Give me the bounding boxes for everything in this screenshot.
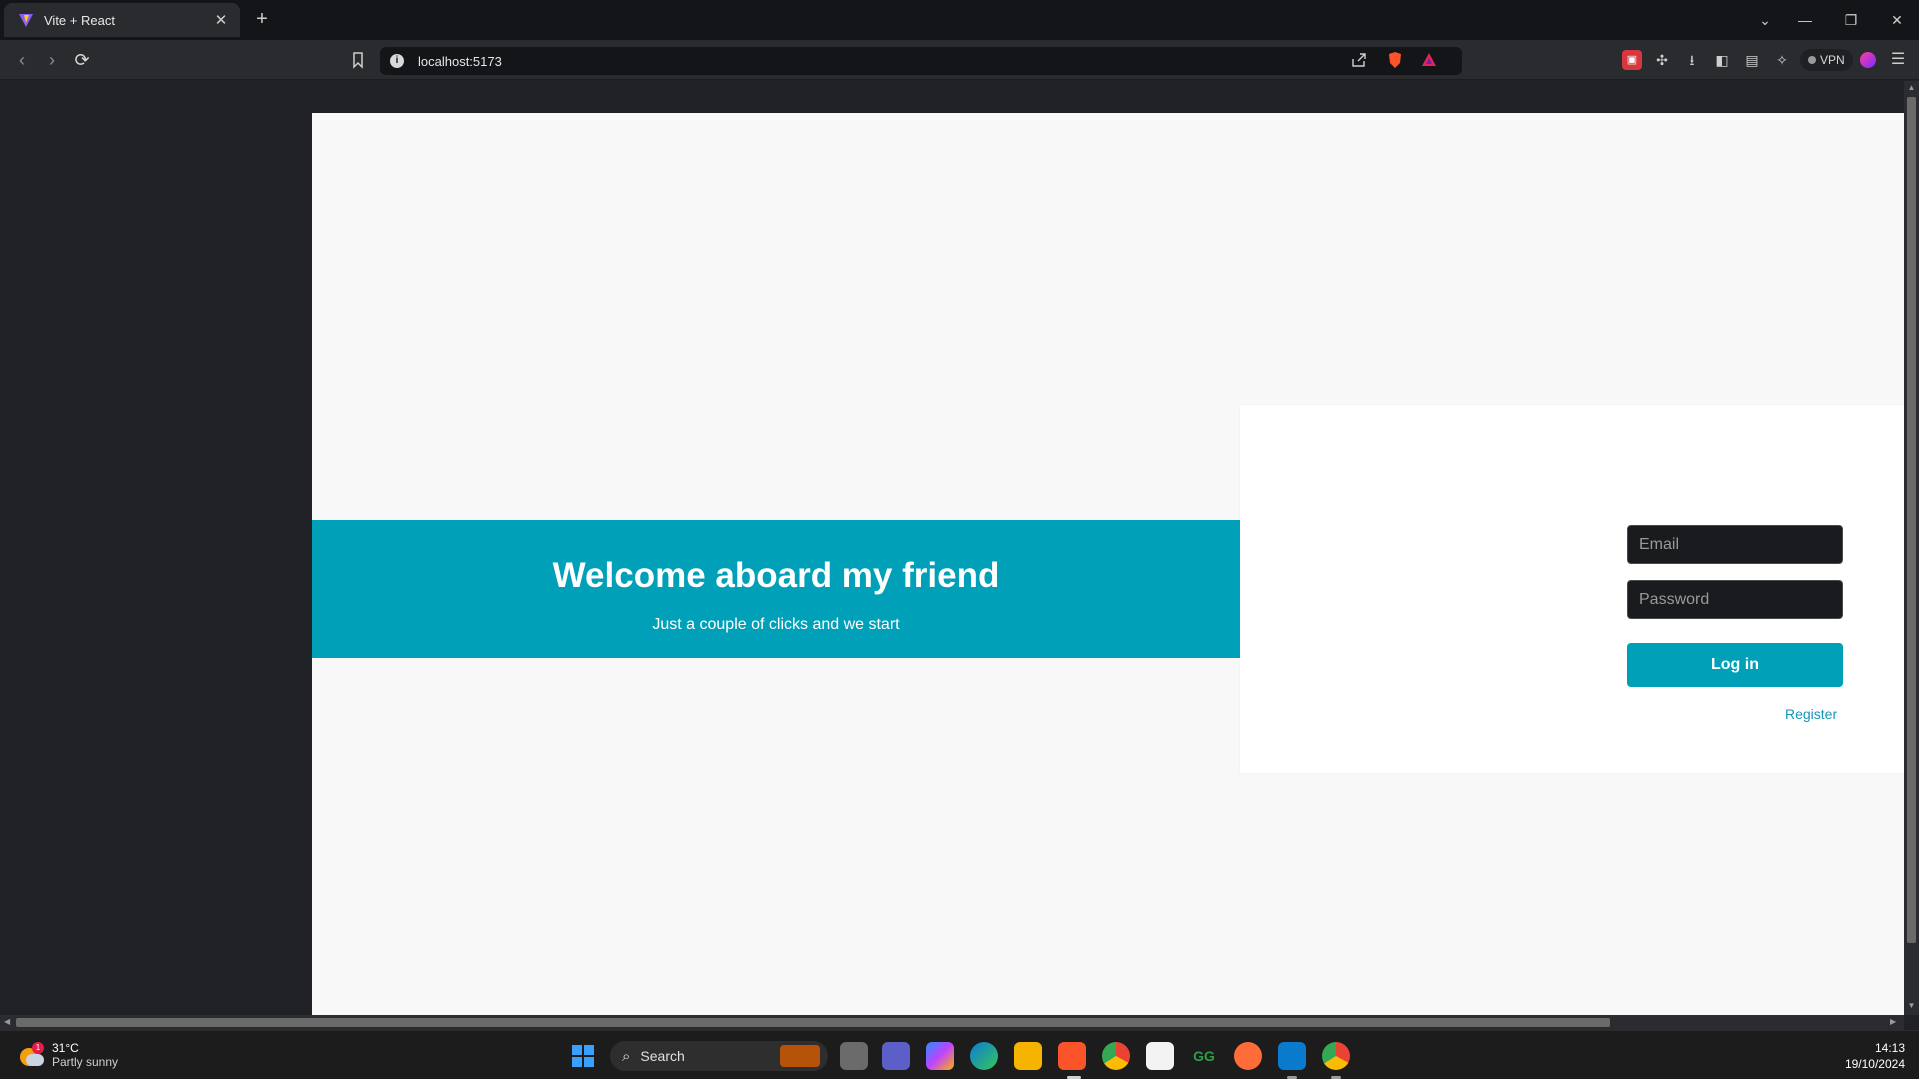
- vpn-status-icon: [1808, 56, 1816, 64]
- weather-widget[interactable]: 1 31°C Partly sunny: [18, 1041, 118, 1069]
- browser-tabstrip: Vite + React ✕ + ⌄ — ❐ ✕: [0, 0, 1919, 40]
- scroll-right-icon[interactable]: ▶: [1890, 1017, 1896, 1026]
- download-icon[interactable]: ⭳: [1682, 50, 1702, 70]
- banner-subtitle: Just a couple of clicks and we start: [652, 616, 900, 633]
- forward-icon[interactable]: ›: [40, 48, 64, 72]
- task-view-icon[interactable]: [840, 1042, 868, 1070]
- extensions-puzzle-icon[interactable]: ✣: [1652, 50, 1672, 70]
- teams-icon[interactable]: [882, 1042, 910, 1070]
- browser-tab[interactable]: Vite + React ✕: [4, 3, 240, 37]
- scroll-up-icon[interactable]: ▲: [1907, 83, 1916, 92]
- share-icon[interactable]: [1350, 51, 1368, 69]
- partly-sunny-icon: 1: [18, 1042, 44, 1068]
- welcome-banner: Welcome aboard my friend Just a couple o…: [312, 520, 1240, 658]
- tab-title: Vite + React: [44, 12, 115, 28]
- address-bar[interactable]: i localhost:5173: [380, 47, 1462, 75]
- taskbar-clock[interactable]: 14:13 19/10/2024: [1845, 1040, 1905, 1072]
- login-card: Email Password Log in Register: [1240, 405, 1904, 773]
- copilot-icon[interactable]: [926, 1042, 954, 1070]
- brave-rewards-icon[interactable]: [1420, 51, 1438, 69]
- postman-icon[interactable]: [1234, 1042, 1262, 1070]
- browser-toolbar: ‹ › ⟳ i localhost:5173 ▣ ✣ ⭳ ◧ ▤ ✧ VPN ☰: [0, 40, 1919, 80]
- sidebar-icon[interactable]: ◧: [1712, 50, 1732, 70]
- windows-start-icon[interactable]: [572, 1045, 594, 1067]
- weather-condition: Partly sunny: [52, 1055, 119, 1069]
- vscode-icon[interactable]: [1278, 1042, 1306, 1070]
- weather-badge: 1: [32, 1042, 44, 1054]
- login-page: Welcome aboard my friend Just a couple o…: [312, 113, 1904, 1016]
- profile-avatar-icon[interactable]: [1858, 50, 1878, 70]
- banner-title: Welcome aboard my friend: [552, 556, 1000, 595]
- restore-icon[interactable]: ❐: [1836, 8, 1866, 32]
- back-icon[interactable]: ‹: [10, 48, 34, 72]
- close-tab-icon[interactable]: ✕: [212, 11, 230, 29]
- windows-taskbar: 1 31°C Partly sunny ⌕ Search GG 14:13 19…: [0, 1030, 1919, 1079]
- search-highlight-icon: [780, 1045, 820, 1067]
- vpn-button[interactable]: VPN: [1800, 49, 1853, 71]
- extension-icon[interactable]: ▣: [1622, 50, 1642, 70]
- bookmark-icon[interactable]: [348, 50, 368, 70]
- screen: Vite + React ✕ + ⌄ — ❐ ✕ ‹ › ⟳ i localho…: [0, 0, 1919, 1079]
- brave-icon[interactable]: [1058, 1042, 1086, 1070]
- chrome-icon[interactable]: [1322, 1042, 1350, 1070]
- weather-temp: 31°C: [52, 1041, 79, 1055]
- password-field[interactable]: Password: [1627, 580, 1843, 619]
- vite-logo-icon: [19, 14, 33, 27]
- search-icon: ⌕: [622, 1047, 631, 1065]
- url-text: localhost:5173: [418, 53, 502, 69]
- geeksforgeeks-icon[interactable]: GG: [1190, 1042, 1218, 1070]
- minimize-icon[interactable]: —: [1790, 8, 1820, 32]
- register-link[interactable]: Register: [1785, 706, 1837, 722]
- vertical-scrollbar[interactable]: ▲ ▼: [1904, 81, 1919, 1015]
- scroll-left-icon[interactable]: ◀: [4, 1017, 10, 1026]
- brave-shields-icon[interactable]: [1386, 51, 1404, 69]
- taskbar-search[interactable]: ⌕ Search: [610, 1041, 828, 1071]
- clock-time: 14:13: [1874, 1041, 1905, 1055]
- wallet-icon[interactable]: ▤: [1742, 50, 1762, 70]
- vertical-scroll-thumb[interactable]: [1907, 97, 1916, 943]
- reload-icon[interactable]: ⟳: [70, 48, 94, 72]
- close-window-icon[interactable]: ✕: [1882, 8, 1912, 32]
- browser-viewport: Welcome aboard my friend Just a couple o…: [0, 81, 1919, 1030]
- site-info-icon[interactable]: i: [390, 54, 404, 68]
- login-button[interactable]: Log in: [1627, 643, 1843, 687]
- edge-icon[interactable]: [970, 1042, 998, 1070]
- vpn-label: VPN: [1820, 53, 1845, 67]
- clock-date: 19/10/2024: [1844, 1057, 1905, 1071]
- tab-search-icon[interactable]: ⌄: [1750, 8, 1780, 32]
- search-label: Search: [640, 1048, 685, 1064]
- file-explorer-icon[interactable]: [1014, 1042, 1042, 1070]
- horizontal-scroll-thumb[interactable]: [16, 1018, 1610, 1027]
- horizontal-scrollbar[interactable]: ◀ ▶: [0, 1015, 1904, 1030]
- new-tab-button[interactable]: +: [250, 8, 274, 32]
- chrome-icon[interactable]: [1102, 1042, 1130, 1070]
- email-field[interactable]: Email: [1627, 525, 1843, 564]
- scroll-down-icon[interactable]: ▼: [1907, 1001, 1916, 1010]
- menu-icon[interactable]: ☰: [1888, 50, 1908, 70]
- leo-ai-icon[interactable]: ✧: [1772, 50, 1792, 70]
- microsoft-store-icon[interactable]: [1146, 1042, 1174, 1070]
